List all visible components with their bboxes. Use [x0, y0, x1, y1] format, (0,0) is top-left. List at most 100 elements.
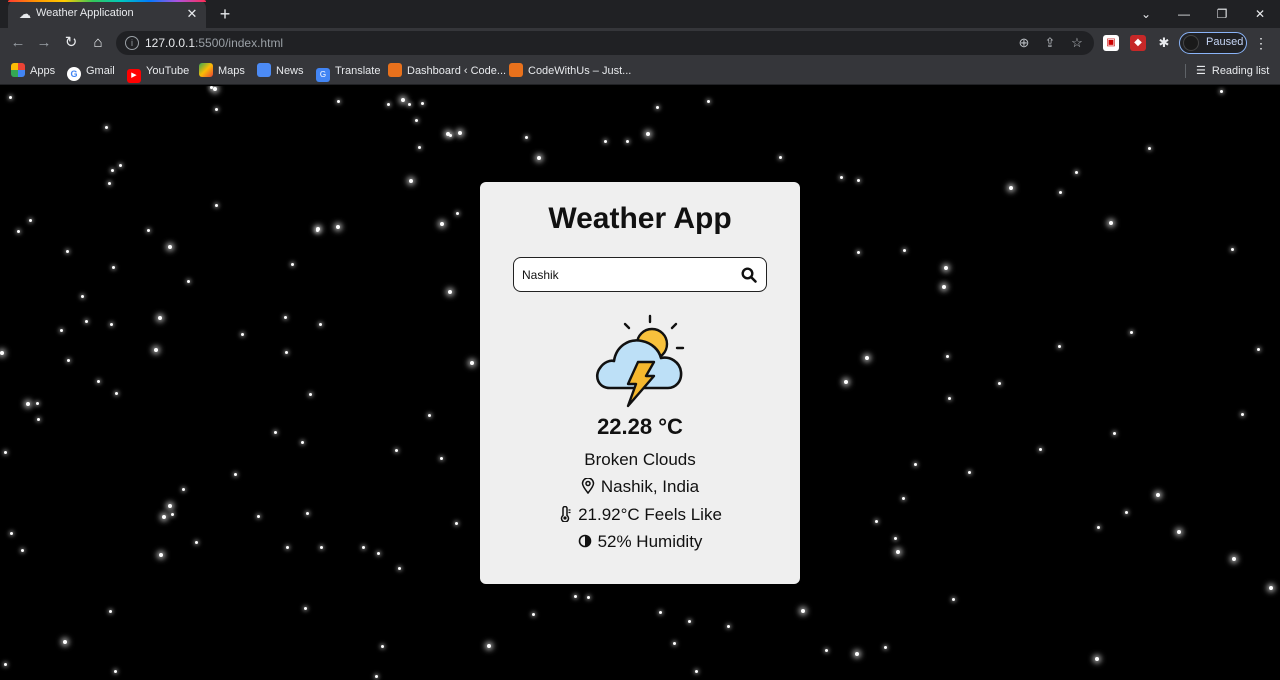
star	[604, 140, 607, 143]
bookmark-label: Apps	[30, 65, 56, 77]
address-bar[interactable]: i 127.0.0.1:5500/index.html ⊕ ⇪ ☆	[116, 31, 1094, 55]
forward-button[interactable]: →	[34, 33, 54, 53]
extensions-puzzle-icon[interactable]: ✱	[1156, 35, 1172, 51]
url-text[interactable]: 127.0.0.1:5500/index.html	[145, 36, 283, 50]
star	[408, 103, 411, 106]
profile-button[interactable]: Paused	[1179, 32, 1247, 54]
star	[659, 611, 662, 614]
star	[158, 316, 162, 320]
star	[903, 249, 906, 252]
star	[213, 87, 217, 91]
search-icon[interactable]	[740, 266, 758, 284]
maps-icon	[199, 63, 213, 77]
bookmark-codewithus[interactable]: CodeWithUs – Just...	[509, 63, 631, 79]
star	[707, 100, 710, 103]
browser-menu-icon[interactable]: ⋮	[1253, 33, 1269, 53]
star	[284, 316, 287, 319]
star	[257, 515, 260, 518]
tab-search-icon[interactable]: ⌄	[1134, 4, 1158, 24]
star	[66, 250, 69, 253]
star	[421, 102, 424, 105]
share-icon[interactable]: ⇪	[1042, 35, 1058, 51]
bookmark-news[interactable]: News	[257, 63, 304, 79]
star	[187, 280, 190, 283]
extension-shield-icon[interactable]: ◆	[1130, 35, 1146, 51]
minimize-button[interactable]: —	[1172, 4, 1196, 24]
tab-title: Weather Application	[36, 7, 134, 19]
temperature-value: 22.28 °C	[597, 414, 683, 439]
star	[968, 471, 971, 474]
star	[319, 323, 322, 326]
star	[1156, 493, 1160, 497]
close-window-button[interactable]: ✕	[1248, 4, 1272, 24]
app-title: Weather App	[548, 202, 732, 235]
humidity-text: 52% Humidity	[597, 532, 703, 551]
maximize-button[interactable]: ❐	[1210, 4, 1234, 24]
star	[946, 355, 949, 358]
bookmark-apps[interactable]: Apps	[11, 63, 55, 79]
star	[455, 522, 458, 525]
star	[97, 380, 100, 383]
extension-pocket-icon[interactable]: ▣	[1103, 35, 1119, 51]
close-tab-icon[interactable]: ✕	[184, 6, 200, 22]
tab-active[interactable]: ☁ Weather Application ✕	[8, 0, 206, 28]
star	[428, 414, 431, 417]
star	[1058, 345, 1061, 348]
bookmark-translate[interactable]: G Translate	[316, 63, 380, 82]
youtube-icon: ▶	[127, 69, 141, 83]
zoom-icon[interactable]: ⊕	[1016, 35, 1032, 51]
home-button[interactable]: ⌂	[88, 33, 108, 53]
star	[1075, 171, 1078, 174]
url-path: :5500/index.html	[195, 36, 284, 50]
star	[320, 546, 323, 549]
star	[914, 463, 917, 466]
feels-like-text: 21.92°C Feels Like	[578, 505, 722, 524]
star	[646, 132, 650, 136]
news-icon	[257, 63, 271, 77]
star	[902, 497, 905, 500]
star	[840, 176, 843, 179]
tab-strip: ☁ Weather Application ✕ + ⌄ — ❐ ✕	[0, 0, 1280, 28]
location-text: Nashik, India	[600, 477, 700, 496]
star	[409, 179, 413, 183]
star	[29, 219, 32, 222]
star	[875, 520, 878, 523]
back-button[interactable]: ←	[8, 33, 28, 53]
star	[119, 164, 122, 167]
new-tab-button[interactable]: +	[215, 3, 235, 25]
reading-list-button[interactable]: ☰ Reading list	[1196, 63, 1269, 79]
city-search-input[interactable]	[522, 264, 732, 286]
star	[525, 136, 528, 139]
star	[1231, 248, 1234, 251]
star	[1059, 191, 1062, 194]
star	[855, 652, 859, 656]
star	[81, 295, 84, 298]
star	[375, 675, 378, 678]
star	[1095, 657, 1099, 661]
star	[415, 119, 418, 122]
star	[67, 359, 70, 362]
star	[316, 227, 320, 231]
star	[626, 140, 629, 143]
site-info-icon[interactable]: i	[125, 36, 139, 50]
thermometer-icon	[560, 506, 571, 522]
weather-description: Broken Clouds	[584, 450, 696, 469]
star	[470, 361, 474, 365]
star	[844, 380, 848, 384]
star	[162, 515, 166, 519]
star	[998, 382, 1001, 385]
bookmark-label: CodeWithUs – Just...	[528, 65, 632, 77]
reload-button[interactable]: ↻	[61, 33, 81, 53]
bookmark-star-icon[interactable]: ☆	[1069, 35, 1085, 51]
bookmark-dashboard[interactable]: Dashboard ‹ Code...	[388, 63, 506, 79]
bookmark-maps[interactable]: Maps	[199, 63, 245, 79]
star	[306, 512, 309, 515]
star	[168, 245, 172, 249]
bookmark-youtube[interactable]: ▶ YouTube	[127, 63, 189, 83]
humidity-row: 52% Humidity	[480, 532, 800, 552]
star	[449, 134, 452, 137]
bookmark-gmail[interactable]: G Gmail	[67, 63, 115, 81]
star	[36, 402, 39, 405]
star	[9, 96, 12, 99]
star	[1097, 526, 1100, 529]
